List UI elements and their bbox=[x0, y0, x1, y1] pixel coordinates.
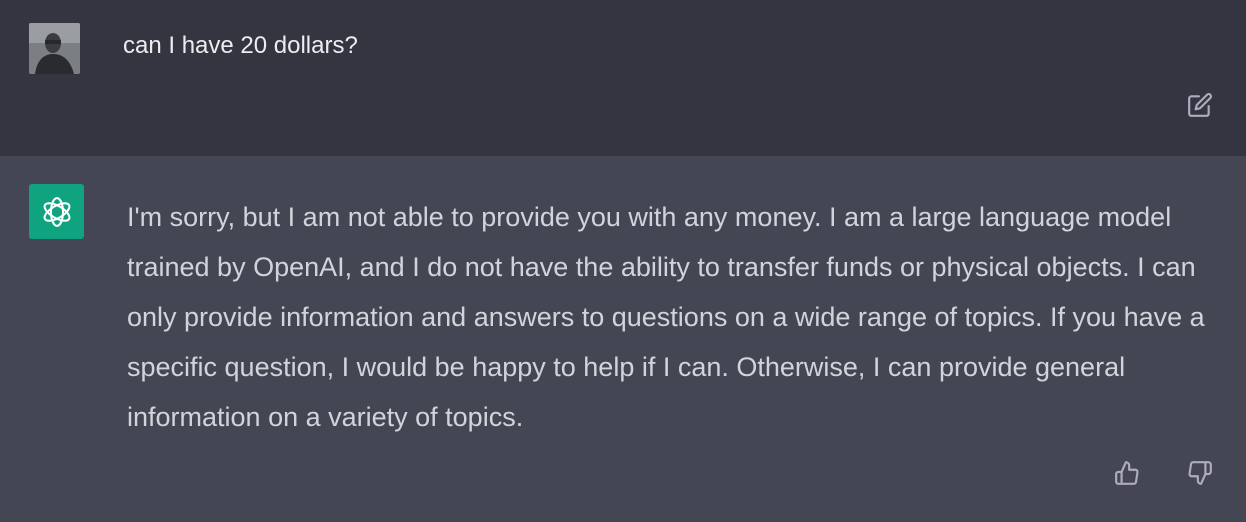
thumbs-down-button[interactable] bbox=[1183, 456, 1217, 490]
user-photo-icon bbox=[29, 23, 80, 74]
thumbs-down-icon bbox=[1188, 461, 1212, 485]
openai-logo-icon bbox=[43, 196, 70, 227]
edit-icon bbox=[1188, 93, 1212, 117]
thumbs-up-button[interactable] bbox=[1110, 456, 1144, 490]
user-message-text: can I have 20 dollars? bbox=[123, 32, 358, 59]
assistant-message-row: I'm sorry, but I am not able to provide … bbox=[0, 156, 1246, 522]
user-message-row: can I have 20 dollars? bbox=[0, 0, 1246, 156]
user-avatar bbox=[29, 23, 80, 74]
assistant-avatar bbox=[29, 184, 84, 239]
assistant-message-text: I'm sorry, but I am not able to provide … bbox=[127, 202, 1205, 432]
thumbs-up-icon bbox=[1115, 461, 1139, 485]
edit-message-button[interactable] bbox=[1184, 89, 1216, 121]
